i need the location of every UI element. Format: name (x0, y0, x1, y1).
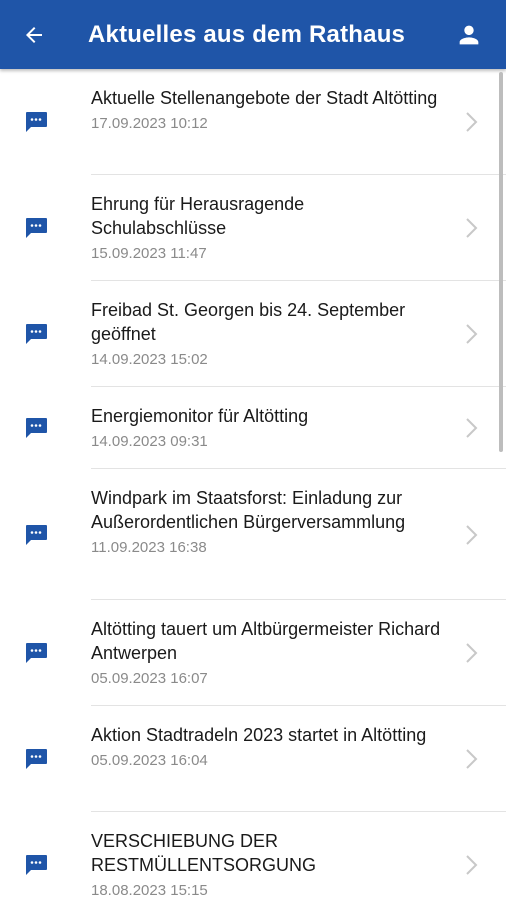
scrollbar[interactable] (499, 72, 503, 452)
chevron-right-icon (466, 324, 478, 344)
chevron-right-icon (466, 855, 478, 875)
item-date: 05.09.2023 16:07 (91, 670, 208, 687)
item-title: Ehrung für Herausragende Schulabschlüsse (91, 194, 305, 238)
chevron-right-icon (466, 525, 478, 545)
item-date: 15.09.2023 11:47 (91, 245, 207, 262)
chevron-right-icon (466, 112, 478, 132)
profile-button[interactable] (452, 18, 486, 52)
list-item[interactable]: Altötting tauert um Altbürgermeister Ric… (0, 600, 506, 706)
item-title: Energiemonitor für Altötting (91, 406, 309, 426)
list-item[interactable]: Windpark im Staatsforst: Einladung zur A… (0, 469, 506, 600)
message-bubble-icon (26, 525, 47, 545)
page-title: Aktuelles aus dem Rathaus (88, 21, 406, 48)
message-bubble-icon (26, 643, 47, 663)
item-title: Windpark im Staatsforst: Einladung zur A… (91, 488, 406, 532)
item-title: VERSCHIEBUNG DER RESTMÜLLENTSORGUNG (91, 831, 317, 875)
app-bar: Aktuelles aus dem Rathaus (0, 0, 506, 69)
list-item[interactable]: Aktion Stadtradeln 2023 startet in Altöt… (0, 706, 506, 812)
item-title: Aktion Stadtradeln 2023 startet in Altöt… (91, 725, 427, 745)
back-button[interactable] (18, 19, 50, 51)
message-bubble-icon (26, 855, 47, 875)
message-bubble-icon (26, 749, 47, 769)
list-item[interactable]: Freibad St. Georgen bis 24. September ge… (0, 281, 506, 387)
item-title: Freibad St. Georgen bis 24. September ge… (91, 300, 406, 344)
chevron-right-icon (466, 418, 478, 438)
list-item[interactable]: VERSCHIEBUNG DER RESTMÜLLENTSORGUNG 18.0… (0, 812, 506, 900)
item-date: 14.09.2023 15:02 (91, 351, 208, 368)
item-date: 05.09.2023 16:04 (91, 752, 208, 769)
chevron-right-icon (466, 643, 478, 663)
person-icon (459, 25, 479, 45)
arrow-left-icon (26, 27, 42, 43)
item-date: 17.09.2023 10:12 (91, 115, 208, 132)
chevron-right-icon (466, 749, 478, 769)
chevron-right-icon (466, 218, 478, 238)
list-item[interactable]: Energiemonitor für Altötting 14.09.2023 … (0, 387, 506, 469)
message-bubble-icon (26, 218, 47, 238)
news-list: Aktuelle Stellenangebote der Stadt Altöt… (0, 69, 506, 900)
item-date: 14.09.2023 09:31 (91, 433, 208, 450)
item-title: Altötting tauert um Altbürgermeister Ric… (91, 619, 441, 663)
message-bubble-icon (26, 418, 47, 438)
message-bubble-icon (26, 112, 47, 132)
list-item[interactable]: Aktuelle Stellenangebote der Stadt Altöt… (0, 69, 506, 175)
message-bubble-icon (26, 324, 47, 344)
item-date: 11.09.2023 16:38 (91, 539, 207, 556)
item-date: 18.08.2023 15:15 (91, 882, 208, 899)
item-title: Aktuelle Stellenangebote der Stadt Altöt… (91, 88, 438, 108)
list-item[interactable]: Ehrung für Herausragende Schulabschlüsse… (0, 175, 506, 281)
